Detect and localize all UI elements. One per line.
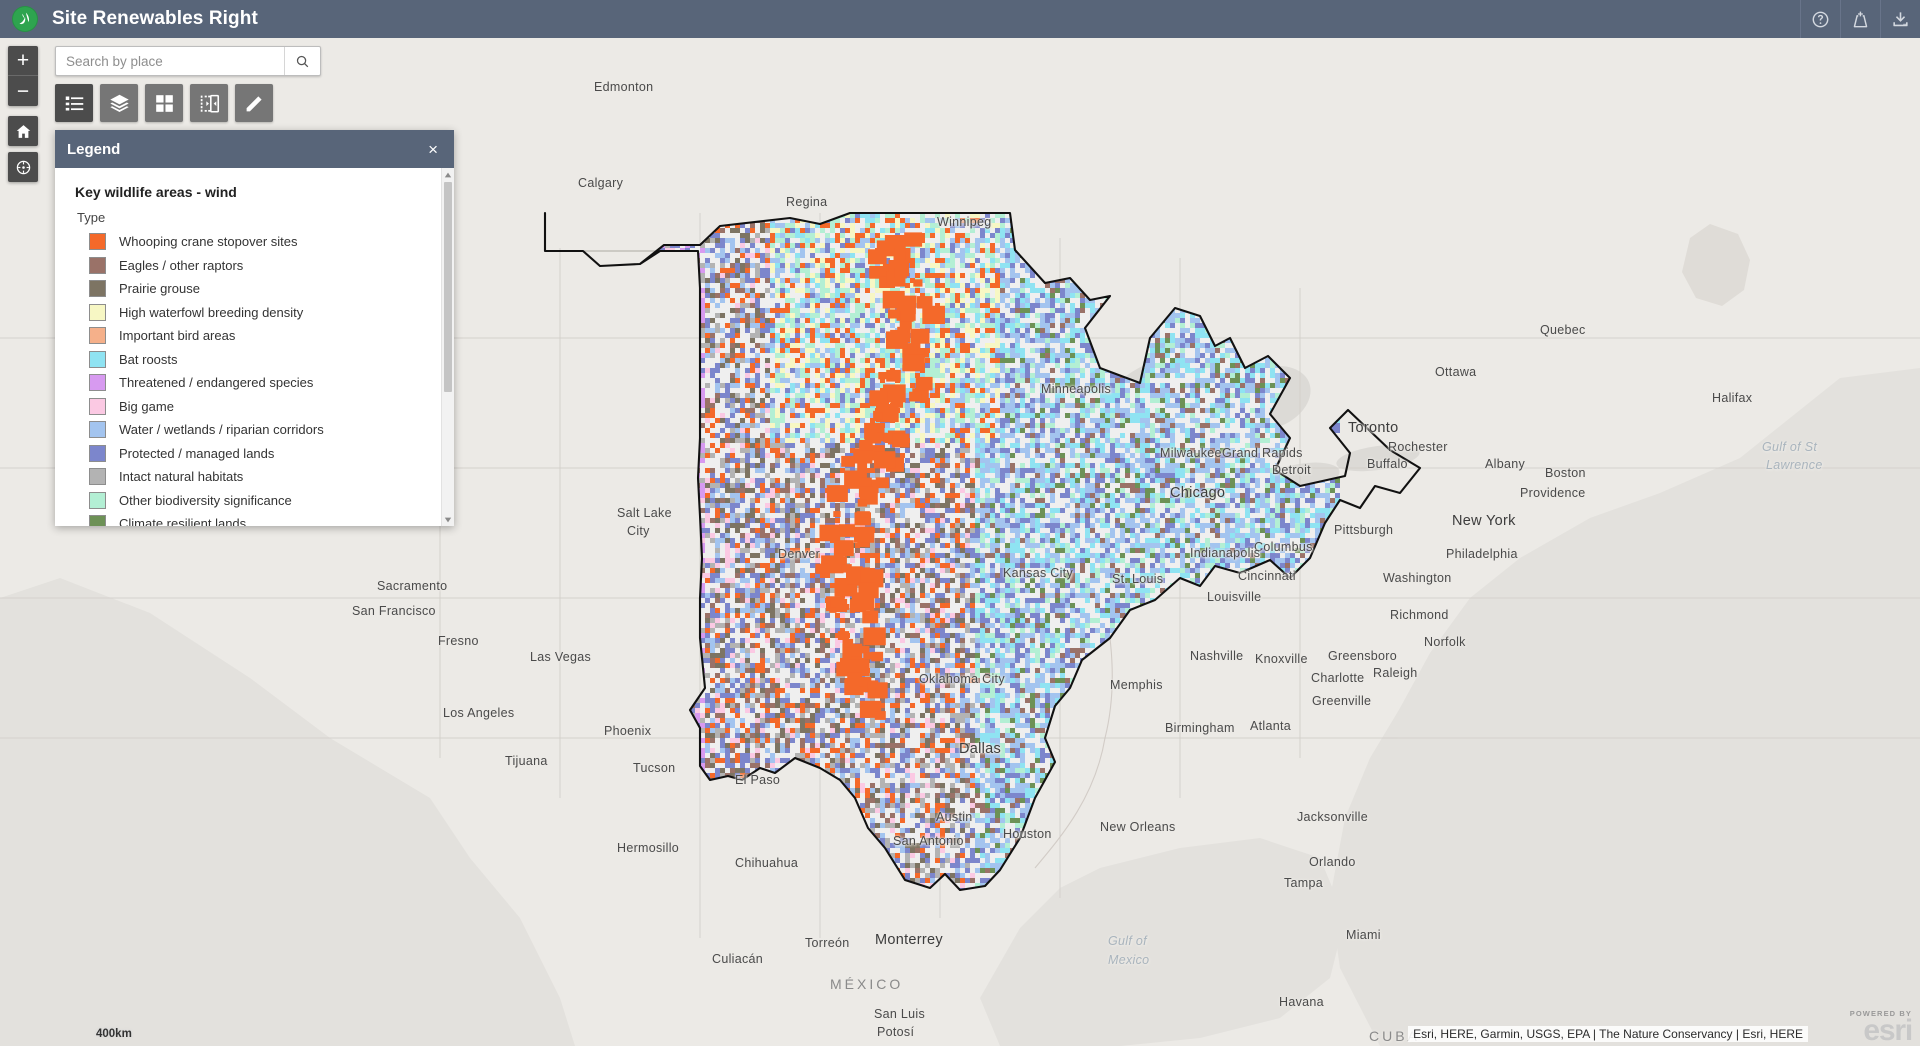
esri-logo: POWERED BY esri (1850, 1010, 1913, 1046)
legend-panel-title: Legend (67, 140, 121, 158)
legend-item: Protected / managed lands (89, 442, 441, 466)
legend-swatch (89, 444, 106, 462)
legend-item: Intact natural habitats (89, 465, 441, 489)
legend-item: Bat roosts (89, 348, 441, 372)
legend-panel-header: Legend × (55, 130, 454, 168)
swipe-tool-button[interactable] (190, 84, 228, 122)
legend-swatch (89, 303, 106, 321)
legend-item-list: Whooping crane stopover sites Eagles / ot… (75, 230, 441, 526)
legend-item-label: Protected / managed lands (119, 445, 275, 461)
legend-swatch (89, 397, 106, 415)
legend-item-label: Other biodiversity significance (119, 492, 292, 508)
legend-field-label: Type (77, 210, 106, 225)
home-icon (16, 124, 30, 138)
legend-item: High waterfowl breeding density (89, 301, 441, 325)
basemap-tool-button[interactable] (145, 84, 183, 122)
legend-swatch (89, 233, 106, 251)
legend-item: Important bird areas (89, 324, 441, 348)
locate-compass-icon (16, 160, 30, 174)
home-button[interactable] (8, 116, 38, 146)
map-attribution: Esri, HERE, Garmin, USGS, EPA | The Natu… (1408, 1026, 1808, 1042)
legend-swatch (89, 350, 106, 368)
basemap-grid-icon (155, 94, 173, 112)
legend-item: Threatened / endangered species (89, 371, 441, 395)
legend-item-label: High waterfowl breeding density (119, 304, 304, 320)
legend-item-label: Big game (119, 398, 174, 414)
legend-swatch (89, 421, 106, 439)
scrollbar-thumb[interactable] (444, 182, 452, 392)
scroll-down-arrow[interactable] (442, 513, 455, 526)
legend-item: Water / wetlands / riparian corridors (89, 418, 441, 442)
download-icon (1893, 11, 1908, 26)
zoom-out-button[interactable]: − (8, 76, 38, 106)
legend-item: Big game (89, 395, 441, 419)
legend-panel-body: Key wildlife areas - wind Type Whooping … (55, 168, 454, 526)
export-button[interactable] (1880, 0, 1920, 38)
legend-item-label: Climate resilient lands (119, 516, 247, 526)
zoom-control: + − (8, 46, 38, 106)
header-actions (1800, 0, 1920, 38)
legend-item-label: Whooping crane stopover sites (119, 234, 298, 250)
legend-scrollbar[interactable] (441, 168, 454, 526)
legend-close-button[interactable]: × (424, 139, 442, 160)
search-icon (296, 55, 309, 67)
legend-swatch (89, 256, 106, 274)
legend-tool-button[interactable] (55, 84, 93, 122)
app-header: Site Renewables Right (0, 0, 1920, 38)
legend-item: Other biodiversity significance (89, 489, 441, 513)
map-toolbar (55, 84, 273, 122)
add-data-button[interactable] (1840, 0, 1880, 38)
add-data-icon (1853, 11, 1868, 27)
legend-item-label: Eagles / other raptors (119, 257, 244, 273)
legend-swatch (89, 327, 106, 345)
legend-item: Whooping crane stopover sites (89, 230, 441, 254)
map-application: Site Renewables Right Edmonton Calgary R… (0, 0, 1920, 1046)
legend-item: Climate resilient lands (89, 512, 441, 526)
legend-panel: Legend × Key wildlife areas - wind Type … (55, 130, 454, 526)
legend-swatch (89, 374, 106, 392)
scale-bar-km-label: 400km (96, 1028, 132, 1040)
help-button[interactable] (1800, 0, 1840, 38)
legend-item-label: Important bird areas (119, 328, 236, 344)
esri-brand-label: esri (1863, 1013, 1913, 1046)
search-button[interactable] (284, 47, 320, 75)
legend-layer-title: Key wildlife areas - wind (75, 184, 237, 200)
legend-item-label: Prairie grouse (119, 281, 200, 297)
question-circle-icon (1812, 11, 1829, 27)
legend-swatch (89, 515, 106, 526)
legend-item-label: Water / wetlands / riparian corridors (119, 422, 324, 438)
legend-item-label: Bat roosts (119, 351, 178, 367)
search-container (55, 46, 321, 76)
layers-stack-icon (109, 94, 129, 112)
pencil-icon (246, 95, 262, 111)
legend-list-icon (65, 96, 83, 110)
scroll-up-arrow[interactable] (442, 168, 455, 181)
locate-button[interactable] (8, 152, 38, 182)
legend-swatch (89, 468, 106, 486)
search-input[interactable] (56, 47, 284, 75)
legend-item-label: Threatened / endangered species (119, 375, 314, 391)
zoom-in-button[interactable]: + (8, 46, 38, 76)
app-title: Site Renewables Right (52, 8, 258, 29)
legend-item: Eagles / other raptors (89, 254, 441, 278)
layers-tool-button[interactable] (100, 84, 138, 122)
legend-item-label: Intact natural habitats (119, 469, 244, 485)
legend-item: Prairie grouse (89, 277, 441, 301)
draw-tool-button[interactable] (235, 84, 273, 122)
legend-swatch (89, 491, 106, 509)
app-logo-icon (12, 6, 38, 32)
legend-content: Key wildlife areas - wind Type Whooping … (55, 168, 441, 526)
swipe-panel-icon (200, 94, 219, 113)
legend-swatch (89, 280, 106, 298)
